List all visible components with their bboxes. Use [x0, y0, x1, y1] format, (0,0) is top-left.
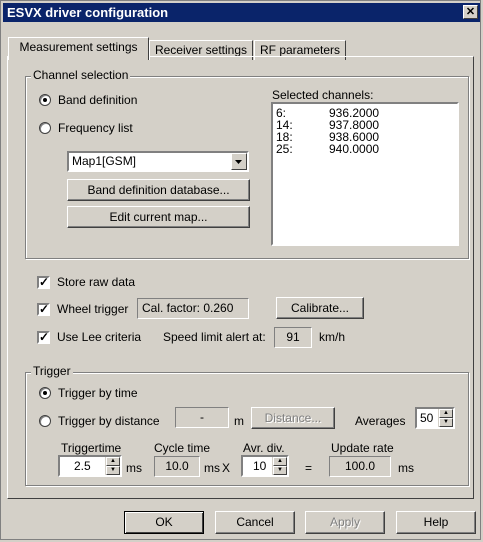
- cycle-time-unit: ms: [204, 461, 220, 475]
- spin-down-icon[interactable]: ▼: [439, 418, 453, 427]
- close-button[interactable]: ✕: [463, 5, 478, 19]
- spin-up-icon[interactable]: ▲: [273, 457, 287, 466]
- avr-div-spin-buttons[interactable]: ▲ ▼: [272, 457, 287, 475]
- avr-div-label: Avr. div.: [243, 441, 285, 455]
- calibrate-button[interactable]: Calibrate...: [276, 297, 364, 319]
- store-raw-data-label[interactable]: Store raw data: [57, 275, 135, 289]
- spin-up-icon[interactable]: ▲: [439, 409, 453, 418]
- title-bar: ESVX driver configuration ✕: [3, 3, 480, 22]
- triggertime-label: Triggertime: [61, 441, 122, 455]
- trigger-by-time-radio[interactable]: [39, 387, 51, 399]
- channel-selection-legend: Channel selection: [31, 68, 131, 82]
- tab-measurement-settings[interactable]: Measurement settings: [8, 37, 149, 60]
- spin-down-icon[interactable]: ▼: [106, 466, 120, 475]
- apply-button[interactable]: Apply: [305, 511, 385, 534]
- chevron-down-icon: [235, 160, 242, 164]
- list-item[interactable]: 25: 940.0000: [273, 143, 457, 155]
- trigger-by-distance-radio[interactable]: [39, 415, 51, 427]
- averages-label: Averages: [355, 414, 406, 428]
- dropdown-button[interactable]: [231, 153, 247, 170]
- selected-channels-list[interactable]: 6: 936.2000 14: 937.8000 18: 938.6000 25: 94…: [271, 102, 459, 246]
- cancel-button[interactable]: Cancel: [215, 511, 295, 534]
- distance-value: -: [175, 407, 229, 428]
- speed-limit-value[interactable]: 91: [274, 327, 312, 348]
- averages-spinner[interactable]: 50 ▲ ▼: [415, 407, 455, 429]
- frequency-list-label[interactable]: Frequency list: [58, 121, 133, 135]
- multiply-sign: X: [222, 461, 231, 475]
- band-definition-database-button[interactable]: Band definition database...: [67, 179, 250, 201]
- frequency-list-radio[interactable]: [39, 122, 51, 134]
- speed-unit-label: km/h: [319, 330, 346, 344]
- triggertime-value: 2.5: [74, 459, 91, 473]
- use-lee-criteria-label[interactable]: Use Lee criteria: [57, 330, 141, 344]
- map-select-value: Map1[GSM]: [72, 154, 137, 168]
- averages-spin-buttons[interactable]: ▲ ▼: [438, 409, 453, 427]
- triggertime-spin-buttons[interactable]: ▲ ▼: [105, 457, 120, 475]
- dialog-window: ESVX driver configuration ✕ Measurement …: [0, 0, 481, 540]
- update-rate-unit: ms: [398, 461, 414, 475]
- triggertime-unit: ms: [126, 461, 142, 475]
- ok-button[interactable]: OK: [124, 511, 204, 534]
- triggertime-spinner[interactable]: 2.5 ▲ ▼: [58, 455, 122, 477]
- averages-value: 50: [420, 411, 434, 425]
- use-lee-criteria-checkbox[interactable]: ✓: [37, 331, 50, 344]
- selected-channels-label: Selected channels:: [272, 88, 374, 102]
- speed-limit-label: Speed limit alert at:: [163, 330, 266, 344]
- window-title: ESVX driver configuration: [7, 5, 169, 20]
- spin-down-icon[interactable]: ▼: [273, 466, 287, 475]
- wheel-trigger-label[interactable]: Wheel trigger: [57, 302, 128, 316]
- map-select[interactable]: Map1[GSM]: [67, 151, 249, 172]
- avr-div-spinner[interactable]: 10 ▲ ▼: [241, 455, 289, 477]
- store-raw-data-checkbox[interactable]: ✓: [37, 276, 50, 289]
- trigger-by-distance-label[interactable]: Trigger by distance: [58, 414, 160, 428]
- trigger-by-time-label[interactable]: Trigger by time: [58, 386, 138, 400]
- update-rate-value: 100.0: [329, 456, 391, 477]
- distance-button[interactable]: Distance...: [251, 407, 335, 429]
- band-definition-radio[interactable]: [39, 94, 51, 106]
- equals-sign: =: [305, 461, 313, 475]
- cycle-time-label: Cycle time: [154, 441, 211, 455]
- cal-factor-display: Cal. factor: 0.260: [137, 298, 249, 319]
- update-rate-label: Update rate: [331, 441, 394, 455]
- spin-up-icon[interactable]: ▲: [106, 457, 120, 466]
- band-definition-label[interactable]: Band definition: [58, 93, 137, 107]
- distance-unit: m: [234, 414, 244, 428]
- cycle-time-value: 10.0: [154, 456, 200, 477]
- help-button[interactable]: Help: [396, 511, 476, 534]
- trigger-legend: Trigger: [31, 364, 73, 378]
- edit-current-map-button[interactable]: Edit current map...: [67, 206, 250, 228]
- wheel-trigger-checkbox[interactable]: ✓: [37, 303, 50, 316]
- avr-div-value: 10: [253, 459, 267, 473]
